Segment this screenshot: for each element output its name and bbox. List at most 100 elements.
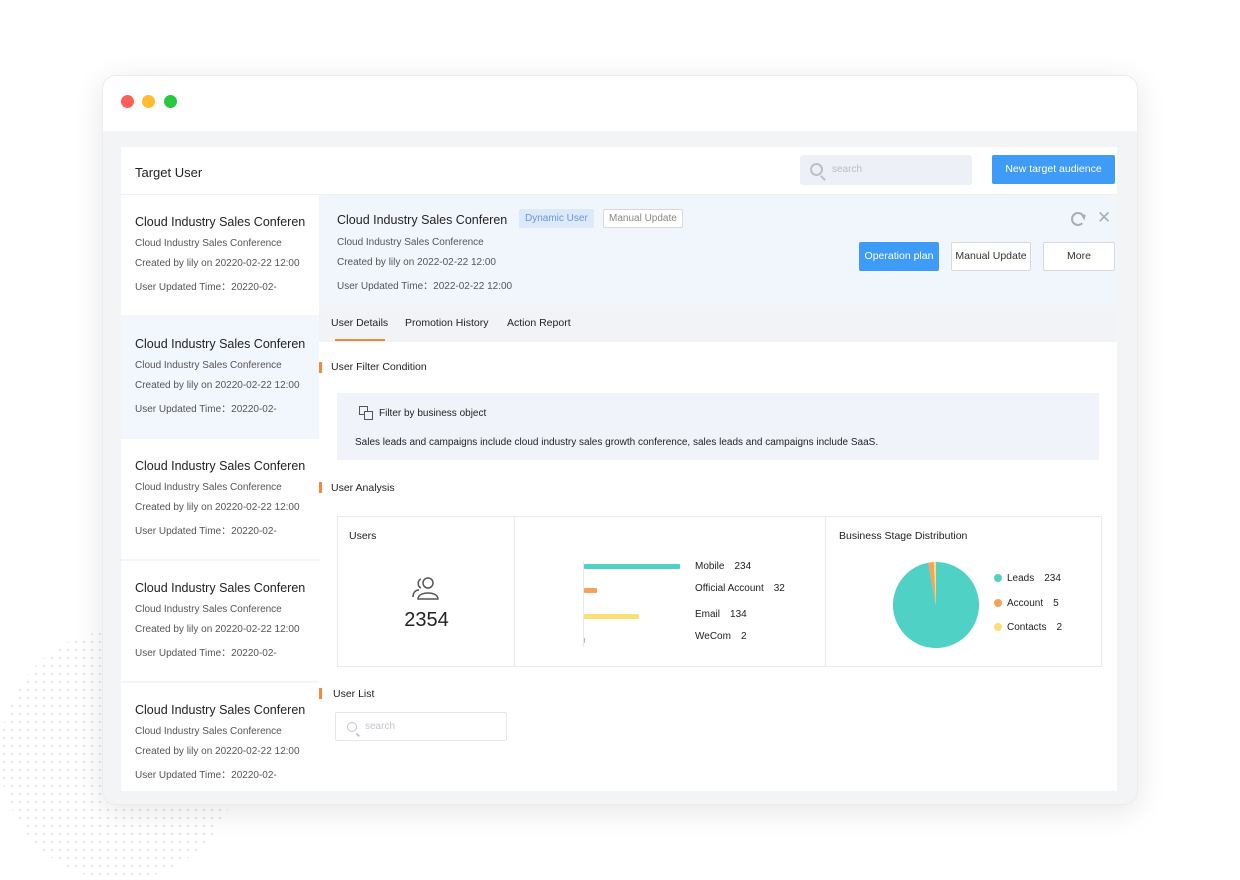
search-placeholder: search <box>365 721 396 732</box>
dynamic-user-tag: Dynamic User <box>519 209 594 228</box>
search-icon <box>347 722 357 732</box>
new-target-audience-button[interactable]: New target audience <box>992 155 1115 184</box>
user-analysis-panel: Users 2354 Mobile 234 Official Account 32 Em… <box>337 516 1102 667</box>
legend-label: Leads <box>1007 573 1035 584</box>
copy-icon <box>359 406 374 420</box>
bar-label: Email 134 <box>695 609 747 620</box>
bar-label: WeCom 2 <box>695 631 747 642</box>
target-user-list: Cloud Industry Sales Conferen Cloud Indus… <box>121 195 319 791</box>
filter-condition-text: Sales leads and campaigns include cloud … <box>355 437 879 448</box>
sidebar-item-title: Cloud Industry Sales Conferen <box>135 581 306 595</box>
detail-header: Cloud Industry Sales Conferen Dynamic Us… <box>319 195 1117 305</box>
list-item[interactable]: Cloud Industry Sales Conferen Cloud Indus… <box>121 683 319 791</box>
legend-value: 2 <box>1056 622 1063 633</box>
filter-section-title: User Filter Condition <box>331 361 427 373</box>
sidebar-item-updated: User Updated Time：20220-02- <box>135 404 277 415</box>
bar-value: 2 <box>740 631 747 642</box>
legend-label: Contacts <box>1007 622 1047 633</box>
sidebar-item-created: Created by lily on 20220-02-22 12:00 <box>135 380 300 391</box>
more-button[interactable]: More <box>1043 242 1115 271</box>
sidebar-item-updated: User Updated Time：20220-02- <box>135 770 277 781</box>
browser-window: Target User search New target audience C… <box>102 75 1138 805</box>
section-marker <box>319 362 322 373</box>
filter-condition-box: Filter by business object Sales leads an… <box>337 393 1099 460</box>
sidebar-item-created: Created by lily on 20220-02-22 12:00 <box>135 624 300 635</box>
legend-dot-icon <box>994 574 1002 582</box>
bar-mobile <box>584 564 680 569</box>
legend-label: Account <box>1007 598 1044 609</box>
users-label: Users <box>349 530 377 542</box>
sidebar-item-title: Cloud Industry Sales Conferen <box>135 459 306 473</box>
search-placeholder: search <box>832 164 863 175</box>
bar-value: 234 <box>734 561 752 572</box>
bar-official-account <box>584 588 598 593</box>
detail-updated: User Updated Time：2022-02-22 12:00 <box>337 281 513 292</box>
sidebar-item-subtitle: Cloud Industry Sales Conference <box>135 360 282 371</box>
bar-category: Mobile <box>695 561 725 572</box>
manual-update-tag: Manual Update <box>603 209 683 228</box>
search-input[interactable]: search <box>800 155 972 185</box>
minimize-window-button[interactable] <box>142 95 155 108</box>
user-list-search-input[interactable]: search <box>335 712 507 741</box>
sidebar-item-created: Created by lily on 20220-02-22 12:00 <box>135 258 300 269</box>
refresh-icon[interactable] <box>1071 212 1085 226</box>
bar-value: 134 <box>730 609 747 620</box>
sidebar-item-title: Cloud Industry Sales Conferen <box>135 703 306 717</box>
sidebar-item-created: Created by lily on 20220-02-22 12:00 <box>135 502 300 513</box>
detail-panel: Cloud Industry Sales Conferen Dynamic Us… <box>319 195 1117 791</box>
sidebar-item-updated: User Updated Time：20220-02- <box>135 526 277 537</box>
sidebar-item-subtitle: Cloud Industry Sales Conference <box>135 482 282 493</box>
detail-tabs: User Details Promotion History Action Re… <box>319 305 1117 342</box>
tab-action-report[interactable]: Action Report <box>507 317 571 329</box>
manual-update-button[interactable]: Manual Update <box>951 242 1031 271</box>
legend-item: Account 5 <box>994 598 1059 609</box>
active-tab-indicator <box>335 339 385 341</box>
list-item[interactable]: Cloud Industry Sales Conferen Cloud Indus… <box>121 317 319 437</box>
close-window-button[interactable] <box>121 95 134 108</box>
sidebar-item-subtitle: Cloud Industry Sales Conference <box>135 238 282 249</box>
search-icon <box>810 163 823 176</box>
detail-title: Cloud Industry Sales Conferen <box>337 213 508 227</box>
pie-chart <box>893 562 979 648</box>
close-icon[interactable]: ✕ <box>1097 209 1111 227</box>
section-marker <box>319 688 322 699</box>
app-topbar: Target User search New target audience <box>121 147 1117 195</box>
tab-user-details[interactable]: User Details <box>331 317 388 329</box>
filter-label: Filter by business object <box>379 408 487 419</box>
bar-value: 32 <box>773 583 785 594</box>
sidebar-item-title: Cloud Industry Sales Conferen <box>135 215 306 229</box>
maximize-window-button[interactable] <box>164 95 177 108</box>
users-icon <box>412 577 439 600</box>
list-item[interactable]: Cloud Industry Sales Conferen Cloud Indus… <box>121 561 319 681</box>
section-marker <box>319 482 322 493</box>
sidebar-item-subtitle: Cloud Industry Sales Conference <box>135 726 282 737</box>
window-titlebar <box>103 76 1137 131</box>
user-list-title: User List <box>333 688 375 700</box>
detail-subtitle: Cloud Industry Sales Conference <box>337 237 484 248</box>
sidebar-item-title: Cloud Industry Sales Conferen <box>135 337 306 351</box>
bar-axis <box>583 561 584 647</box>
analysis-section-title: User Analysis <box>331 482 395 494</box>
list-item[interactable]: Cloud Industry Sales Conferen Cloud Indus… <box>121 195 319 315</box>
app-panel: Target User search New target audience C… <box>121 147 1117 791</box>
users-summary: Users 2354 <box>338 517 515 666</box>
legend-dot-icon <box>994 623 1002 631</box>
sidebar-item-updated: User Updated Time：20220-02- <box>135 648 277 659</box>
legend-dot-icon <box>994 599 1002 607</box>
sidebar-item-subtitle: Cloud Industry Sales Conference <box>135 604 282 615</box>
bar-label: Official Account 32 <box>695 583 785 594</box>
bar-wecom <box>584 638 585 643</box>
operation-plan-button[interactable]: Operation plan <box>859 242 939 271</box>
legend-value: 5 <box>1053 598 1059 609</box>
pie-chart-title: Business Stage Distribution <box>839 530 968 542</box>
page-title: Target User <box>135 165 203 180</box>
channel-bar-chart: Mobile 234 Official Account 32 Email 134 WeCom… <box>515 517 826 666</box>
bar-category: Email <box>695 609 721 620</box>
bar-email <box>584 614 639 619</box>
tab-promotion-history[interactable]: Promotion History <box>405 317 488 329</box>
bar-label: Mobile 234 <box>695 561 751 572</box>
list-item[interactable]: Cloud Industry Sales Conferen Cloud Indus… <box>121 439 319 559</box>
sidebar-item-updated: User Updated Time：20220-02- <box>135 282 277 293</box>
detail-created: Created by lily on 2022-02-22 12:00 <box>337 257 496 268</box>
legend-value: 234 <box>1044 573 1061 584</box>
